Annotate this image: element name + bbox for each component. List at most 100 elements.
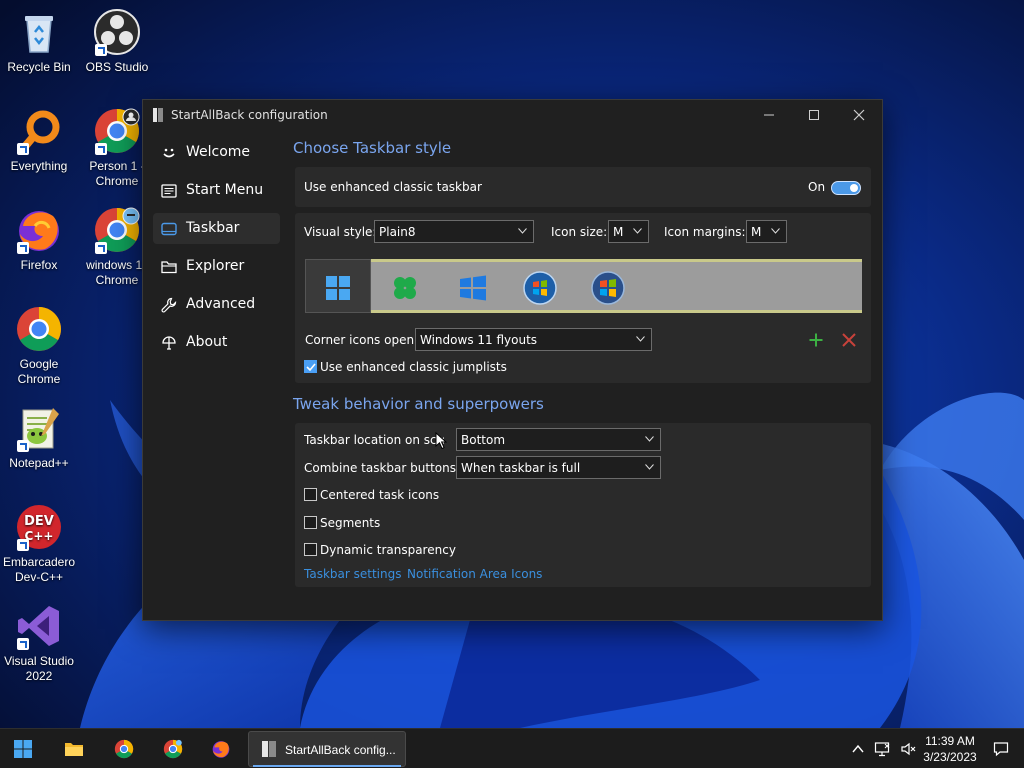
combine-buttons-label: Combine taskbar buttons: (304, 461, 461, 475)
desktop-icon-label: Recycle Bin (7, 60, 71, 74)
desktop-icon-recycle-bin[interactable]: Recycle Bin (0, 8, 78, 75)
segments-label: Segments (320, 516, 381, 530)
startallback-config-window: StartAllBack configuration Welcome Start… (142, 99, 883, 621)
style-option-windows-10[interactable] (455, 270, 491, 306)
desktop-icon-notepad-plus-plus[interactable]: Notepad++ (0, 404, 78, 471)
nav-item-label: About (186, 334, 228, 350)
close-button[interactable] (836, 100, 882, 130)
maximize-icon (809, 110, 819, 120)
desktop-icon-label: OBS Studio (85, 60, 149, 74)
recycle-bin-icon (25, 16, 53, 53)
style-option-windows-11[interactable] (320, 270, 356, 306)
corner-icons-label: Corner icons open: (305, 333, 419, 347)
desktop-icon-label: Google Chrome (17, 357, 61, 386)
visual-style-select[interactable]: Plain8 (374, 220, 534, 243)
nav-item-welcome[interactable]: Welcome (153, 137, 280, 168)
chevron-down-icon (518, 228, 527, 234)
add-icon[interactable] (809, 333, 823, 347)
chevron-down-icon (636, 336, 645, 342)
svg-text:DEV: DEV (24, 514, 54, 529)
remove-icon[interactable] (842, 333, 856, 347)
notifications-icon[interactable] (993, 741, 1009, 757)
dynamic-transparency-checkbox[interactable] (304, 543, 317, 556)
notification-area-icons-link[interactable]: Notification Area Icons (407, 567, 542, 581)
shortcut-arrow-icon (95, 242, 107, 254)
nav-item-about[interactable]: About (153, 327, 280, 358)
chrome-icon (114, 739, 134, 759)
taskbar-location-value: Bottom (461, 433, 506, 447)
window-title: StartAllBack configuration (171, 108, 328, 122)
taskbar-location-select[interactable]: Bottom (456, 428, 661, 451)
minimize-button[interactable] (746, 100, 792, 130)
shortcut-arrow-icon (17, 539, 29, 551)
network-icon[interactable] (874, 741, 890, 757)
visual-style-label: Visual style: (304, 225, 377, 239)
taskbar-file-explorer-button[interactable] (54, 733, 94, 765)
nav-item-advanced[interactable]: Advanced (153, 289, 280, 320)
shortcut-arrow-icon (17, 440, 29, 452)
desktop-icon-firefox[interactable]: Firefox (0, 206, 78, 273)
desktop-icon-label: Firefox (20, 258, 58, 272)
windows-start-icon (14, 740, 32, 758)
desktop-icon-label: Visual Studio 2022 (4, 654, 74, 683)
desktop-icon-label: Embarcadero Dev-C++ (2, 555, 76, 584)
volume-muted-icon[interactable] (900, 741, 916, 757)
taskbar-clock[interactable]: 11:39 AM 3/23/2023 (918, 733, 982, 765)
maximize-button[interactable] (791, 100, 837, 130)
nav-item-label: Start Menu (186, 182, 264, 198)
desktop-icon-everything[interactable]: Everything (0, 107, 78, 174)
chevron-down-icon (771, 228, 780, 234)
centered-icons-label: Centered task icons (320, 488, 440, 502)
checkmark-icon (306, 363, 316, 372)
nav-item-explorer[interactable]: Explorer (153, 251, 280, 282)
desktop-icon-label: Notepad++ (9, 456, 69, 470)
taskbar-firefox-button[interactable] (201, 733, 241, 765)
icon-margins-select[interactable]: M (746, 220, 787, 243)
style-option-clover[interactable] (387, 270, 423, 306)
combine-buttons-select[interactable]: When taskbar is full (456, 456, 661, 479)
nav-item-label: Advanced (186, 296, 256, 312)
corner-icons-select[interactable]: Windows 11 flyouts (415, 328, 652, 351)
chrome-canary-icon (163, 739, 183, 759)
nav-item-start-menu[interactable]: Start Menu (153, 175, 280, 206)
nav-item-taskbar[interactable]: Taskbar (153, 213, 280, 244)
taskbar-chrome-button[interactable] (104, 733, 144, 765)
style-option-windows-7[interactable] (522, 270, 558, 306)
centered-icons-checkbox[interactable] (304, 488, 317, 501)
start-button[interactable] (3, 733, 43, 765)
desktop-icon-visual-studio[interactable]: Visual Studio 2022 (0, 602, 78, 684)
window-titlebar[interactable]: StartAllBack configuration (143, 100, 882, 130)
startallback-app-icon (262, 741, 276, 757)
shortcut-arrow-icon (95, 143, 107, 155)
clover-logo-icon (394, 277, 416, 299)
combine-buttons-value: When taskbar is full (461, 461, 581, 475)
desktop-icon-google-chrome[interactable]: Google Chrome (0, 305, 78, 387)
file-explorer-icon (65, 743, 83, 756)
desktop-icon-obs-studio[interactable]: OBS Studio (78, 8, 156, 75)
enhanced-taskbar-toggle[interactable] (831, 181, 861, 195)
style-option-windows-vista[interactable] (590, 270, 626, 306)
section-title-tweak-behavior: Tweak behavior and superpowers (293, 395, 544, 413)
windows-11-logo-icon (326, 276, 350, 300)
icon-margins-value: M (751, 225, 762, 239)
close-icon (853, 109, 865, 121)
taskbar-startallback-button[interactable]: StartAllBack config... (248, 731, 406, 767)
smiley-icon (163, 148, 175, 158)
minimize-icon (764, 114, 774, 116)
jumplists-checkbox[interactable] (304, 360, 317, 373)
taskbar-style-preview (305, 259, 862, 313)
enhanced-taskbar-label: Use enhanced classic taskbar (304, 180, 482, 194)
segments-checkbox[interactable] (304, 516, 317, 529)
desktop-icon-dev-cpp[interactable]: DEV C++ Embarcadero Dev-C++ (0, 503, 78, 585)
startallback-app-icon (153, 108, 163, 122)
taskbar-chrome-profile-button[interactable] (153, 733, 193, 765)
show-hidden-icons-chevron-icon[interactable] (850, 741, 866, 757)
wrench-icon (161, 297, 177, 313)
taskbar-icon (161, 222, 177, 236)
firefox-icon (212, 741, 230, 758)
dynamic-transparency-label: Dynamic transparency (320, 543, 456, 557)
icon-size-select[interactable]: M (608, 220, 649, 243)
taskbar-settings-link[interactable]: Taskbar settings (304, 567, 401, 581)
chevron-down-icon (645, 464, 654, 470)
icon-size-value: M (613, 225, 624, 239)
